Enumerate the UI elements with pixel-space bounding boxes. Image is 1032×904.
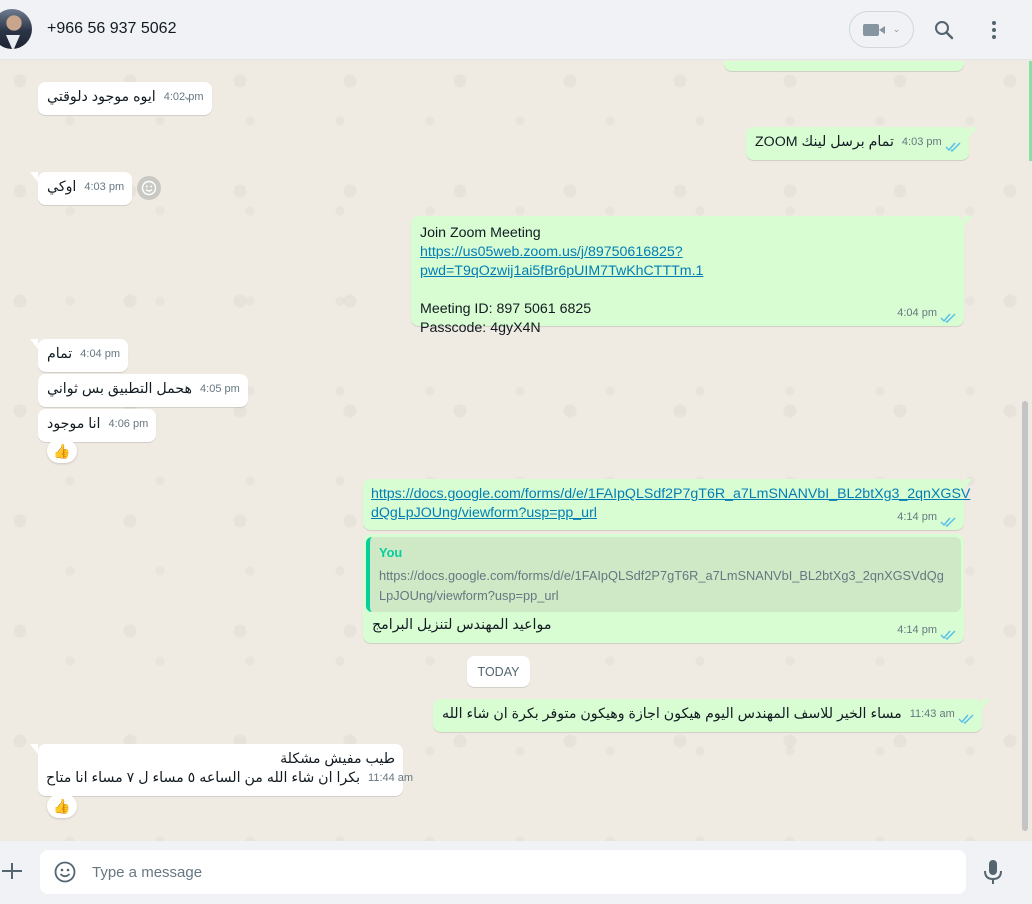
message-bubble-outgoing[interactable]: مساء الخير للاسف المهندس اليوم هيكون اجا… bbox=[433, 699, 990, 732]
read-ticks-icon bbox=[940, 517, 956, 527]
message-text: مساء الخير للاسف المهندس اليوم هيكون اجا… bbox=[442, 706, 902, 722]
message-text: انا موجود bbox=[47, 416, 101, 432]
message-text: تمام bbox=[47, 346, 73, 362]
attach-plus-icon[interactable] bbox=[0, 859, 28, 887]
message-bubble-incoming[interactable]: اوكي 4:03 pm bbox=[29, 172, 133, 205]
menu-dots-icon[interactable] bbox=[980, 16, 1008, 44]
video-call-button[interactable]: ⌄ bbox=[849, 11, 914, 48]
message-time: 4:04 pm bbox=[80, 348, 121, 360]
message-input-box[interactable] bbox=[40, 850, 966, 894]
message-bubble-partial[interactable] bbox=[724, 61, 964, 71]
composer-bar bbox=[0, 841, 1032, 904]
zoom-link[interactable]: https://us05web.zoom.us/j/89750616825?pw… bbox=[420, 244, 703, 279]
message-text-line2: بكرا ان شاء الله من الساعه ٥ مساء ل ٧ مس… bbox=[46, 770, 361, 786]
message-time: 4:03 pm bbox=[84, 181, 125, 193]
message-bubble-outgoing[interactable]: تمام برسل لينك ZOOM 4:03 pm bbox=[746, 127, 977, 160]
message-bubble-incoming[interactable]: طيب مفيش مشكلة بكرا ان شاء الله من الساع… bbox=[30, 744, 413, 796]
message-options-chevron-icon[interactable]: ⌄ bbox=[182, 86, 194, 105]
search-icon[interactable] bbox=[930, 16, 958, 44]
message-text: Join Zoom Meeting bbox=[420, 225, 541, 241]
message-time: 4:04 pm bbox=[897, 307, 937, 319]
google-form-link-line1[interactable]: https://docs.google.com/forms/d/e/1FAIpQ… bbox=[371, 486, 970, 502]
add-reaction-icon[interactable] bbox=[137, 176, 161, 200]
message-text: هحمل التطبيق بس ثواني bbox=[47, 381, 193, 397]
message-bubble-incoming[interactable]: ايوه موجود دلوقتي 4:02 pm ⌄ bbox=[38, 82, 212, 115]
message-time: 4:06 pm bbox=[108, 418, 149, 430]
message-text-line1: طيب مفيش مشكلة bbox=[280, 751, 395, 767]
message-text: مواعيد المهندس لتنزيل البرامج bbox=[372, 617, 552, 633]
message-list[interactable]: ايوه موجود دلوقتي 4:02 pm ⌄ تمام برسل لي… bbox=[0, 61, 1032, 841]
message-time: 4:03 pm bbox=[901, 136, 942, 148]
reaction-thumbs-up[interactable]: 👍 bbox=[47, 794, 77, 818]
message-time: 4:14 pm bbox=[897, 511, 937, 523]
chevron-down-icon: ⌄ bbox=[892, 24, 901, 34]
date-divider: TODAY bbox=[467, 656, 530, 687]
message-bubble-outgoing-quoted[interactable]: You https://docs.google.com/forms/d/e/1F… bbox=[363, 534, 964, 643]
read-ticks-icon bbox=[945, 142, 961, 152]
meeting-id-text: Meeting ID: 897 5061 6825 bbox=[420, 301, 592, 317]
quote-text-line2: LpJOUng/viewform?usp=pp_url bbox=[379, 588, 559, 603]
reaction-thumbs-up[interactable]: 👍 bbox=[47, 439, 77, 463]
quote-author: You bbox=[379, 545, 403, 560]
emoji-icon[interactable] bbox=[53, 860, 77, 884]
message-time: 4:14 pm bbox=[897, 624, 937, 636]
contact-name[interactable]: +966 56 937 5062 bbox=[47, 20, 176, 38]
message-text: اوكي bbox=[47, 179, 77, 195]
message-input[interactable] bbox=[90, 850, 950, 894]
message-bubble-incoming[interactable]: هحمل التطبيق بس ثواني 4:05 pm bbox=[38, 374, 248, 407]
quoted-message[interactable]: You https://docs.google.com/forms/d/e/1F… bbox=[366, 537, 961, 612]
message-bubble-incoming[interactable]: تمام 4:04 pm bbox=[29, 339, 129, 372]
message-time: 11:43 am bbox=[909, 708, 955, 720]
read-ticks-icon bbox=[958, 714, 974, 724]
message-bubble-incoming[interactable]: انا موجود 4:06 pm bbox=[38, 409, 157, 442]
quote-text-line1: https://docs.google.com/forms/d/e/1FAIpQ… bbox=[379, 568, 944, 583]
chat-header: +966 56 937 5062 ⌄ bbox=[0, 0, 1032, 60]
contact-avatar[interactable] bbox=[0, 9, 32, 49]
read-ticks-icon bbox=[940, 630, 956, 640]
scrollbar[interactable] bbox=[1022, 401, 1028, 831]
message-time: 4:05 pm bbox=[200, 383, 240, 395]
passcode-text: Passcode: 4gyX4N bbox=[420, 320, 541, 336]
message-text: تمام برسل لينك ZOOM bbox=[755, 134, 894, 150]
google-form-link-line2[interactable]: dQgLpJOUng/viewform?usp=pp_url bbox=[371, 505, 597, 521]
microphone-icon[interactable] bbox=[982, 859, 1006, 885]
read-ticks-icon bbox=[940, 313, 956, 323]
video-camera-icon bbox=[862, 23, 885, 36]
message-text: ايوه موجود دلوقتي bbox=[47, 89, 156, 105]
message-bubble-outgoing-zoom[interactable]: Join Zoom Meeting https://us05web.zoom.u… bbox=[411, 216, 972, 336]
message-bubble-outgoing-link[interactable]: https://docs.google.com/forms/d/e/1FAIpQ… bbox=[363, 479, 972, 530]
message-time: 11:44 am bbox=[368, 772, 414, 784]
